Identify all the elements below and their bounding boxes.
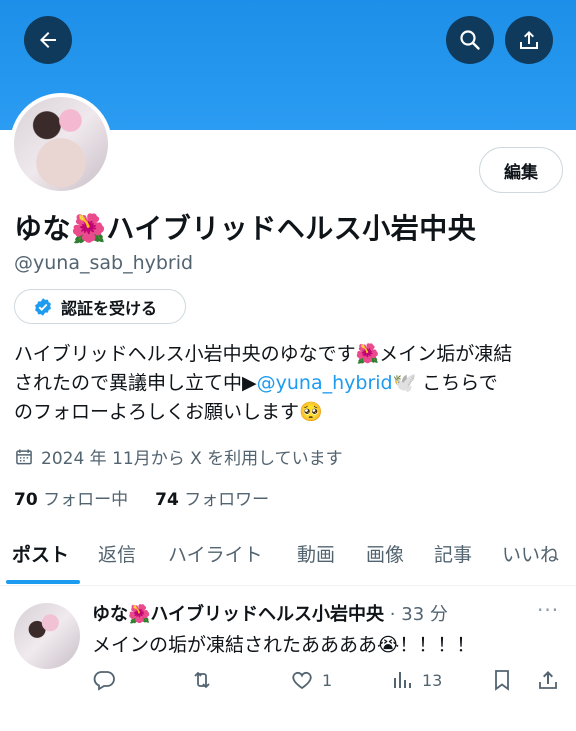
profile-tabs: ポスト 返信 ハイライト 動画 画像 記事 いいね xyxy=(0,530,576,586)
reply-button[interactable] xyxy=(92,668,116,692)
tab-highlights[interactable]: ハイライト xyxy=(168,540,263,567)
tweet-actions: 1 13 xyxy=(0,668,576,698)
retweet-button[interactable] xyxy=(190,668,214,692)
bio-mention-link[interactable]: @yuna_hybrid xyxy=(257,372,393,394)
followers-label: フォロワー xyxy=(184,490,270,510)
follow-stats: 70 フォロー中 74 フォロワー xyxy=(14,485,269,510)
search-button[interactable] xyxy=(446,16,494,64)
joined-date: 2024 年 11月から X を利用しています xyxy=(14,444,343,469)
tab-images[interactable]: 画像 xyxy=(366,540,404,567)
tweet-author-name[interactable]: ゆな🌺ハイブリッドヘルス小岩中央 xyxy=(92,604,384,625)
profile-avatar[interactable] xyxy=(10,93,112,195)
bio-line-2: されたので異議申し立て中▶@yuna_hybrid🕊️ こちらで xyxy=(14,369,566,398)
get-verified-button[interactable]: 認証を受ける xyxy=(14,289,186,324)
calendar-icon xyxy=(16,449,32,464)
back-arrow-icon xyxy=(40,32,56,48)
following-link[interactable]: 70 フォロー中 xyxy=(14,490,128,510)
following-label: フォロー中 xyxy=(43,490,129,510)
bio-line-2-text: されたので異議申し立て中▶ xyxy=(14,372,257,394)
verified-badge-icon xyxy=(35,297,51,316)
tab-posts[interactable]: ポスト xyxy=(12,540,69,567)
following-count: 70 xyxy=(14,490,38,510)
followers-count: 74 xyxy=(155,490,179,510)
active-tab-indicator xyxy=(6,580,80,584)
share-button[interactable] xyxy=(505,16,553,64)
tab-articles[interactable]: 記事 xyxy=(434,540,472,567)
tweet-item[interactable]: ゆな🌺ハイブリッドヘルス小岩中央 · 33 分 ··· メインの垢が凍結されたあ… xyxy=(0,588,576,731)
edit-profile-button[interactable]: 編集 xyxy=(479,147,563,193)
share-tweet-icon xyxy=(539,671,557,689)
reply-icon xyxy=(93,671,115,691)
like-count: 1 xyxy=(322,670,333,690)
tab-replies[interactable]: 返信 xyxy=(98,540,136,567)
get-verified-label: 認証を受ける xyxy=(61,298,158,318)
display-name: ゆな🌺ハイブリッドヘルス小岩中央 xyxy=(14,212,477,245)
heart-icon xyxy=(292,671,312,690)
tweet-avatar[interactable] xyxy=(14,603,80,669)
share-icon xyxy=(520,31,538,49)
views-count: 13 xyxy=(422,670,443,690)
bookmark-icon xyxy=(495,670,509,691)
search-icon xyxy=(460,30,480,50)
bio-line-2-rest: 🕊️ こちらで xyxy=(392,372,498,394)
like-button[interactable]: 1 xyxy=(290,668,332,692)
retweet-icon xyxy=(194,671,210,689)
user-handle: @yuna_sab_hybrid xyxy=(14,252,194,274)
more-options-icon[interactable]: ··· xyxy=(537,598,559,622)
tweet-header: ゆな🌺ハイブリッドヘルス小岩中央 · 33 分 xyxy=(92,600,448,626)
share-tweet-button[interactable] xyxy=(536,668,560,692)
followers-link[interactable]: 74 フォロワー xyxy=(155,490,269,510)
tweet-time: · 33 分 xyxy=(389,604,448,625)
avatar-image xyxy=(14,97,108,191)
bio-line-1: ハイブリッドヘルス小岩中央のゆなです🌺メイン垢が凍結 xyxy=(14,343,513,365)
tweet-text: メインの垢が凍結されたああああ😭！！！！ xyxy=(92,634,476,656)
profile-bio: ハイブリッドヘルス小岩中央のゆなです🌺メイン垢が凍結 されたので異議申し立て中▶… xyxy=(14,340,566,427)
bookmark-button[interactable] xyxy=(490,668,514,692)
bio-line-3: のフォローよろしくお願いします🥺 xyxy=(14,401,323,423)
tab-likes[interactable]: いいね xyxy=(502,540,559,567)
back-button[interactable] xyxy=(24,16,72,64)
joined-text: 2024 年 11月から X を利用しています xyxy=(41,449,343,469)
views-icon xyxy=(394,672,411,688)
tab-videos[interactable]: 動画 xyxy=(297,540,335,567)
views-button[interactable]: 13 xyxy=(390,668,442,692)
